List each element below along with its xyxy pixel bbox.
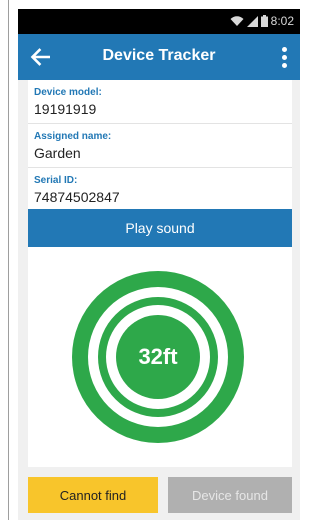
- left-frame: [0, 0, 12, 520]
- phone-screen: 8:02 Device Tracker Device model: 191919…: [18, 9, 300, 520]
- main-content: Device model: 19191919 Assigned name: Ga…: [18, 80, 300, 520]
- radar-ring-outer: 32ft: [88, 287, 228, 427]
- overflow-menu-button[interactable]: [274, 42, 294, 72]
- serial-id-value: 74874502847: [34, 189, 120, 205]
- page-title: Device Tracker: [102, 47, 216, 64]
- left-frame-border: [8, 0, 9, 520]
- device-model-label: Device model:: [34, 87, 102, 98]
- status-time: 8:02: [270, 14, 294, 28]
- serial-id-label: Serial ID:: [34, 175, 78, 186]
- radar-ring-inner: 32ft: [106, 305, 210, 409]
- device-found-button: Device found: [168, 477, 292, 513]
- more-vertical-icon: [281, 46, 287, 52]
- battery-icon: [260, 15, 268, 27]
- assigned-name-label: Assigned name:: [34, 131, 112, 142]
- status-icons: 8:02: [230, 14, 294, 28]
- wifi-icon: [230, 15, 244, 26]
- device-model-row: Device model: 19191919: [28, 80, 292, 124]
- status-bar: 8:02: [18, 9, 300, 34]
- signal-icon: [246, 15, 258, 27]
- distance-readout: 32ft: [116, 315, 200, 399]
- device-model-value: 19191919: [34, 101, 97, 117]
- play-sound-button[interactable]: Play sound: [28, 209, 292, 247]
- cannot-find-button[interactable]: Cannot find: [28, 477, 158, 513]
- assigned-name-row: Assigned name: Garden: [28, 124, 292, 168]
- assigned-name-value: Garden: [34, 145, 81, 161]
- proximity-radar: 32ft: [72, 271, 244, 443]
- radar-ring-middle: 32ft: [98, 297, 218, 417]
- action-bar: Cannot find Device found: [28, 467, 292, 520]
- device-info-card: Device model: 19191919 Assigned name: Ga…: [28, 80, 292, 212]
- app-bar: Device Tracker: [18, 34, 300, 80]
- radar-panel: 32ft: [28, 247, 292, 467]
- serial-id-row: Serial ID: 74874502847: [28, 168, 292, 212]
